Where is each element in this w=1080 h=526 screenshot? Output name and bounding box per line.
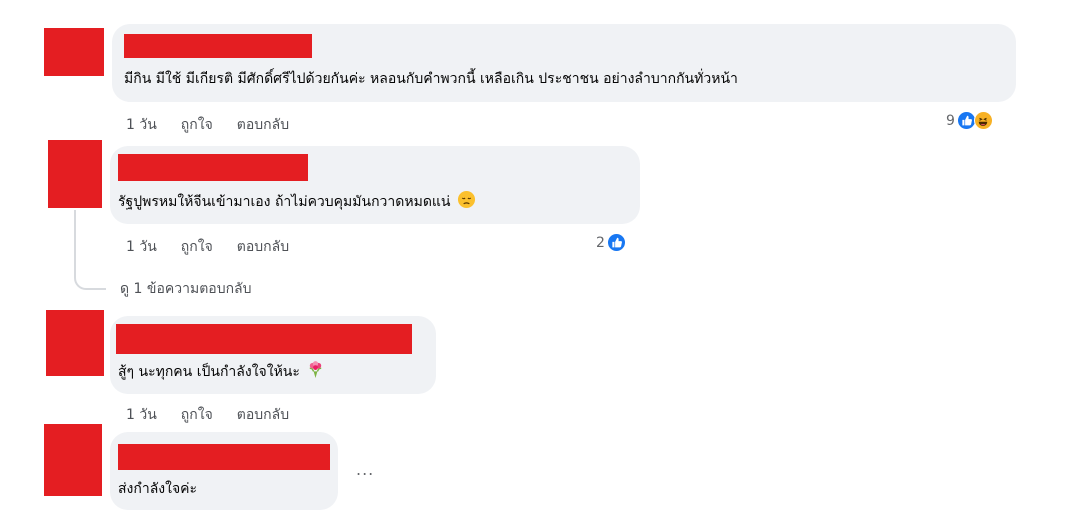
comment-timestamp[interactable]: 1 วัน	[126, 114, 157, 136]
commenter-name-redacted[interactable]	[124, 34, 312, 58]
comment-bubble: มีกิน มีใช้ มีเกียรติ มีศักดิ์ศรีไปด้วยก…	[112, 24, 1016, 102]
avatar[interactable]	[48, 140, 102, 208]
avatar[interactable]	[44, 424, 102, 496]
commenter-name-redacted[interactable]	[116, 324, 412, 354]
comment-text: ส่งกำลังใจค่ะ	[118, 481, 198, 497]
comment-text-content: สู้ๆ นะทุกคน เป็นกำลังใจให้นะ	[118, 364, 300, 380]
comment-text-content: รัฐปูพรหมให้จีนเข้ามาเอง ถ้าไม่ควบคุมมัน…	[118, 194, 451, 210]
comment-bubble: ส่งกำลังใจค่ะ	[110, 432, 338, 510]
reply-link[interactable]: ตอบกลับ	[237, 236, 289, 258]
comment-timestamp[interactable]: 1 วัน	[126, 236, 157, 258]
like-link[interactable]: ถูกใจ	[181, 114, 213, 136]
comment-actions: 1 วัน ถูกใจ ตอบกลับ	[126, 114, 289, 136]
avatar[interactable]	[46, 310, 104, 376]
like-link[interactable]: ถูกใจ	[181, 404, 213, 426]
commenter-name-redacted[interactable]	[118, 444, 330, 470]
disappointed-face-icon	[457, 190, 476, 214]
reply-link[interactable]: ตอบกลับ	[237, 404, 289, 426]
reaction-count: 9	[946, 112, 955, 129]
comment-actions: 1 วัน ถูกใจ ตอบกลับ	[126, 404, 289, 426]
reply-link[interactable]: ตอบกลับ	[237, 114, 289, 136]
comment-text: มีกิน มีใช้ มีเกียรติ มีศักดิ์ศรีไปด้วยก…	[124, 71, 738, 87]
commenter-name-redacted[interactable]	[118, 154, 308, 181]
reply-thread-line	[74, 210, 106, 290]
reaction-summary[interactable]: 2	[596, 233, 626, 252]
view-replies-link[interactable]: ดู 1 ข้อความตอบกลับ	[120, 278, 252, 300]
bouquet-icon	[306, 360, 325, 384]
comment-text: รัฐปูพรหมให้จีนเข้ามาเอง ถ้าไม่ควบคุมมัน…	[118, 190, 476, 214]
reaction-count: 2	[596, 234, 605, 251]
like-icon	[606, 233, 626, 252]
comment-text: สู้ๆ นะทุกคน เป็นกำลังใจให้นะ	[118, 360, 325, 384]
comment-timestamp[interactable]: 1 วัน	[126, 404, 157, 426]
comment-bubble: สู้ๆ นะทุกคน เป็นกำลังใจให้นะ	[110, 316, 436, 394]
reaction-summary[interactable]: 9	[946, 111, 993, 130]
comment-bubble: รัฐปูพรหมให้จีนเข้ามาเอง ถ้าไม่ควบคุมมัน…	[110, 146, 640, 224]
like-link[interactable]: ถูกใจ	[181, 236, 213, 258]
haha-icon	[973, 111, 993, 130]
comment-actions: 1 วัน ถูกใจ ตอบกลับ	[126, 236, 289, 258]
avatar[interactable]	[44, 28, 104, 76]
more-options-icon[interactable]: ...	[356, 460, 374, 479]
